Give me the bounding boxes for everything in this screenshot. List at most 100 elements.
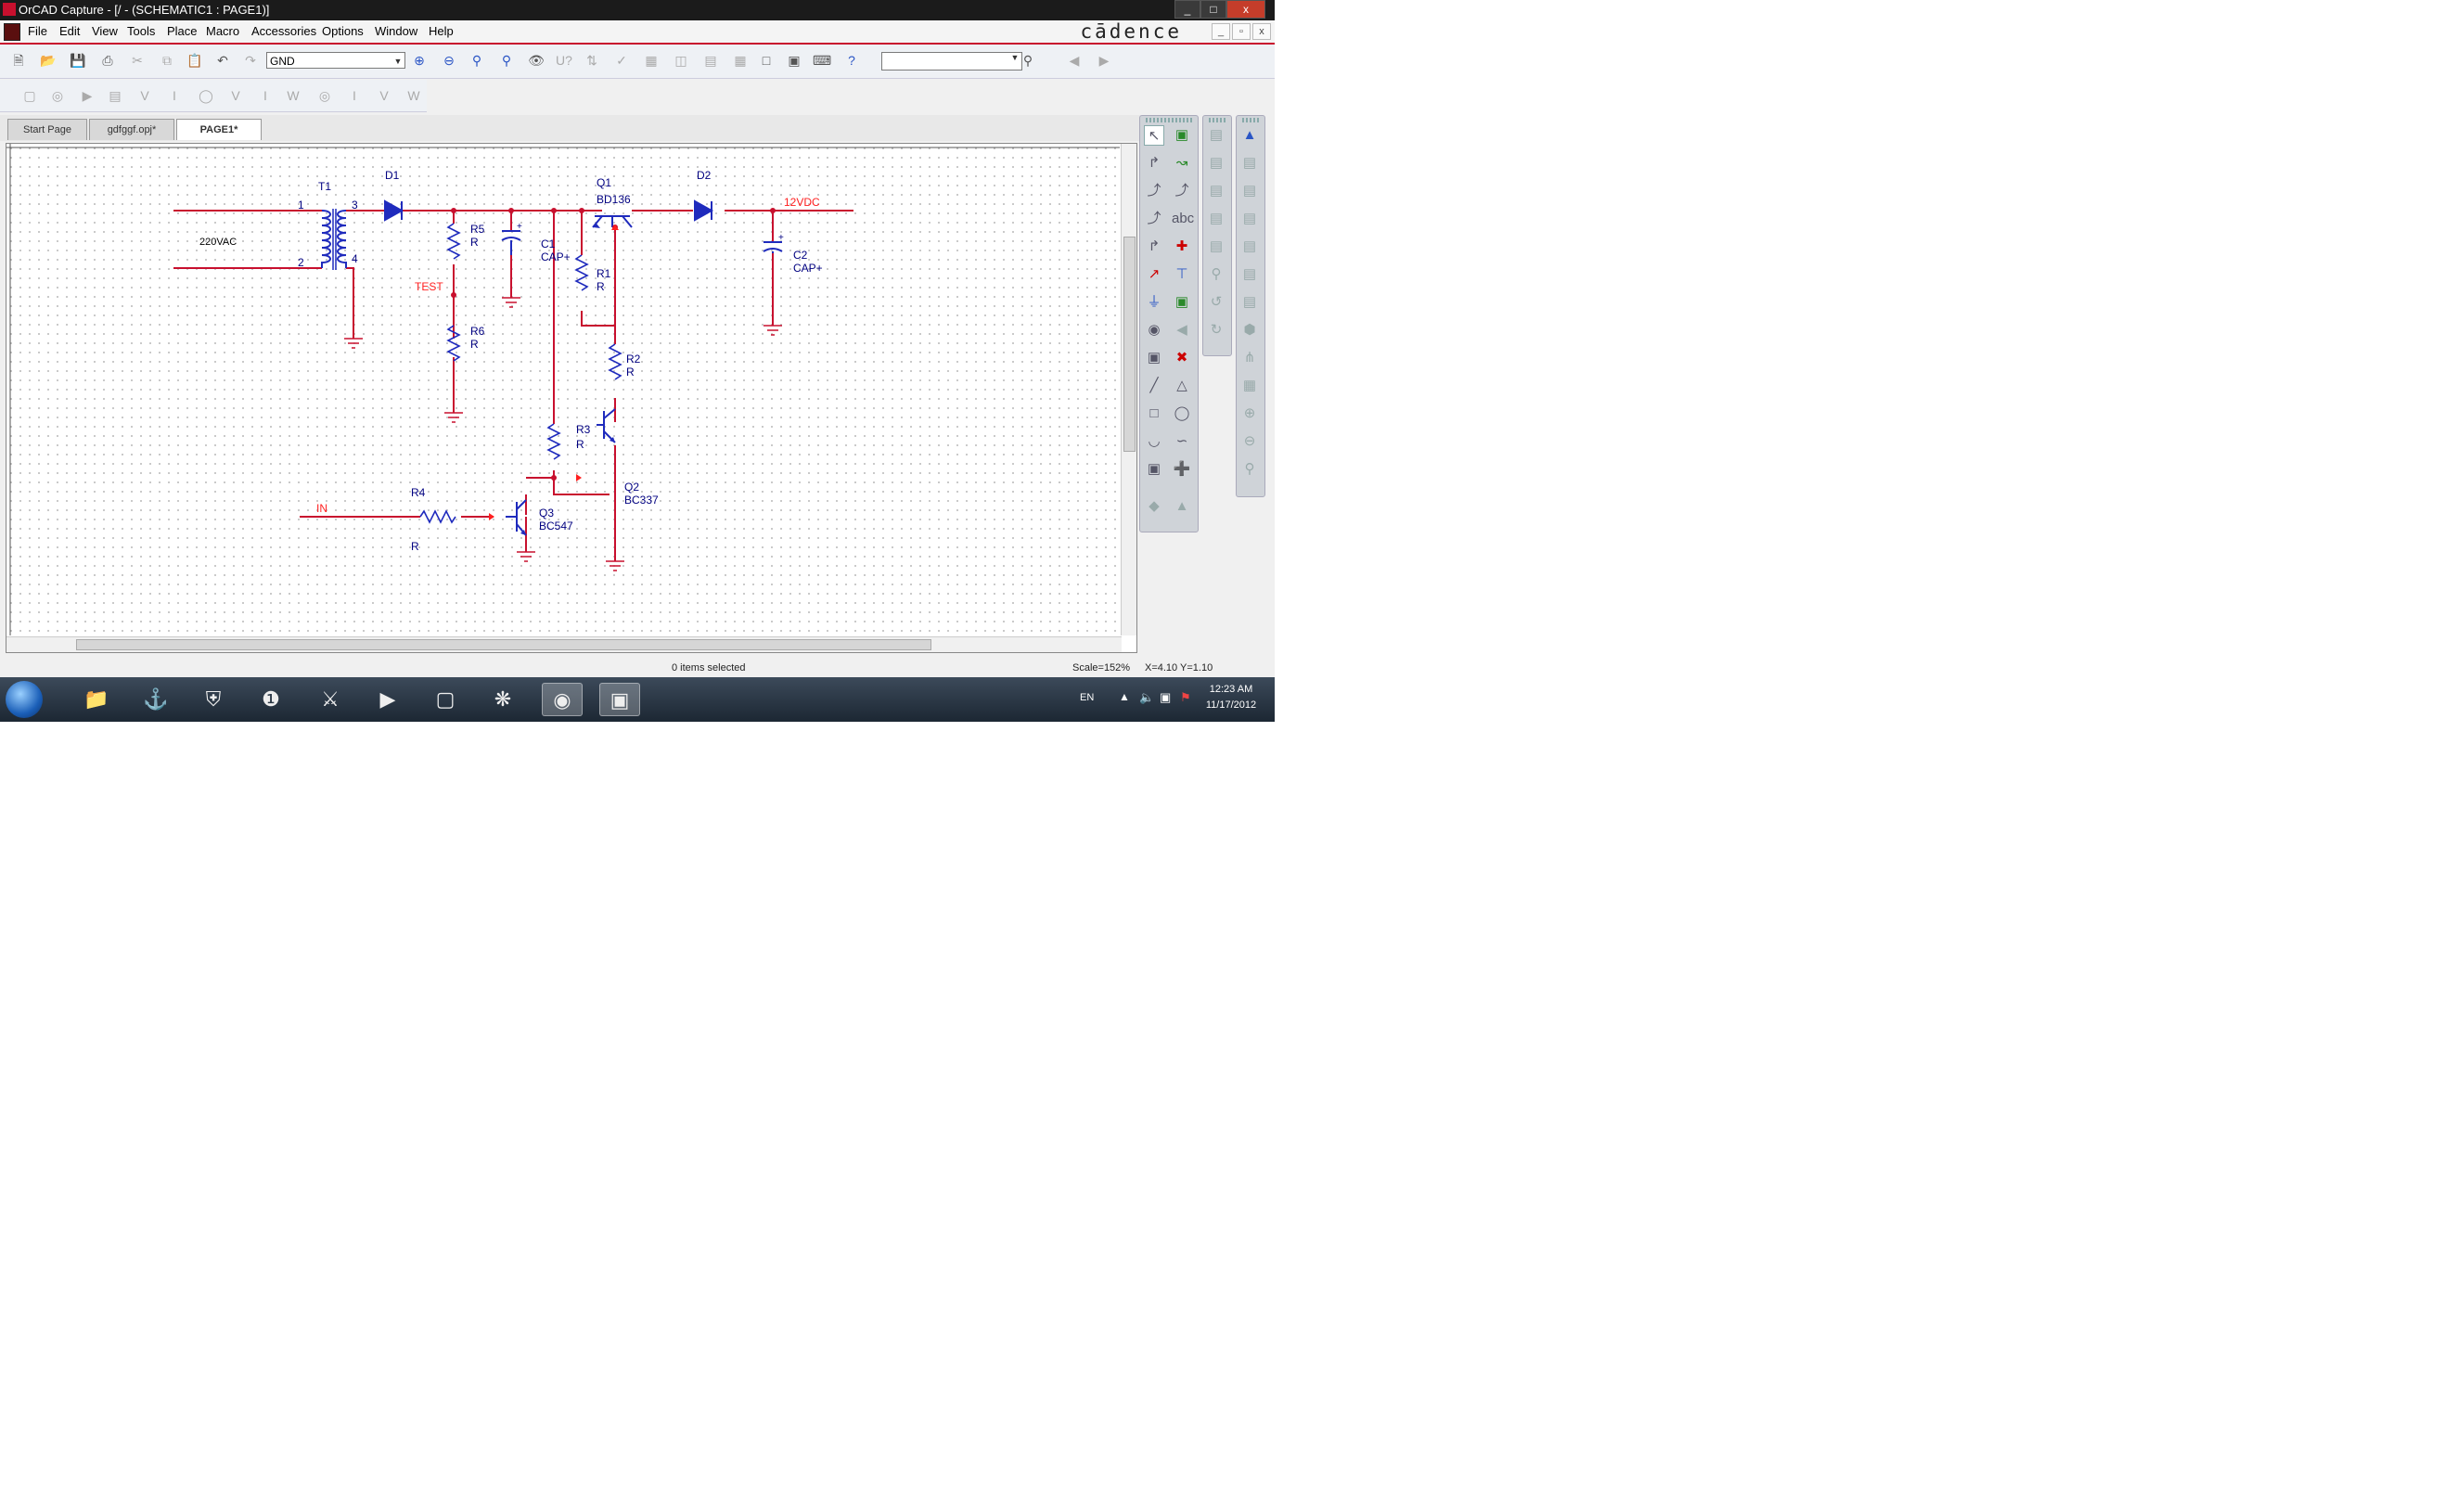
profile-icon[interactable]: ▤	[106, 86, 124, 105]
t1-refdes[interactable]: T1	[318, 180, 331, 193]
visibility-icon[interactable]: 👁	[527, 51, 545, 70]
explorer-icon[interactable]: 📁	[76, 683, 117, 716]
power-marker-icon[interactable]: ◯	[197, 86, 215, 105]
next-icon[interactable]: ▶	[1095, 51, 1113, 70]
tab-project[interactable]: gdfggf.opj*	[89, 119, 174, 140]
language-indicator[interactable]: EN	[1080, 692, 1094, 703]
net-label-12vdc[interactable]: 12VDC	[784, 196, 820, 209]
pcb-bom-icon[interactable]: ▤	[1206, 237, 1226, 257]
menu-window[interactable]: Window	[375, 24, 417, 38]
r5-refdes[interactable]: R5	[470, 223, 485, 236]
zoom-all-icon[interactable]: ⚲	[497, 51, 516, 70]
menu-tools[interactable]: Tools	[127, 24, 155, 38]
library-6-icon[interactable]: ▤	[1239, 292, 1260, 313]
zoom-in-icon[interactable]: ⊕	[410, 51, 429, 70]
auto-wire-multi-icon[interactable]: ⤴	[1172, 181, 1192, 201]
area-select-icon[interactable]: □	[757, 51, 776, 70]
bias-voltage-icon[interactable]: V	[226, 86, 245, 105]
q2-value[interactable]: BC337	[624, 494, 659, 507]
place-wire-icon[interactable]: ↱	[1144, 153, 1164, 173]
place-picture-icon[interactable]: ▣	[1144, 459, 1164, 480]
q2-refdes[interactable]: Q2	[624, 481, 639, 494]
zoom-area-icon[interactable]: ⚲	[468, 51, 486, 70]
palette-grip[interactable]	[1242, 118, 1259, 122]
zoom-out-small-icon[interactable]: ⊖	[1239, 431, 1260, 452]
r1-refdes[interactable]: R1	[597, 267, 611, 280]
undo-icon[interactable]: ↶	[213, 51, 232, 70]
zoom-out-icon[interactable]: ⊖	[440, 51, 458, 70]
chevron-down-icon[interactable]: ▼	[391, 53, 404, 68]
clock-date[interactable]: 11/17/2012	[1200, 699, 1262, 711]
save-icon[interactable]: 💾	[69, 51, 87, 70]
tab-page1[interactable]: PAGE1*	[176, 119, 262, 140]
r5-value[interactable]: R	[470, 236, 479, 249]
chrome-icon[interactable]: ◉	[542, 683, 583, 716]
c1-value[interactable]: CAP+	[541, 250, 571, 263]
place-arc-icon[interactable]: ◡	[1144, 431, 1164, 452]
place-part-icon[interactable]: ▣	[1172, 125, 1192, 146]
pcb-cross-probe-icon[interactable]: ⚲	[1206, 264, 1226, 285]
library-4-icon[interactable]: ▤	[1239, 237, 1260, 257]
menu-accessories[interactable]: Accessories	[251, 24, 316, 38]
mdi-minimize-button[interactable]: _	[1212, 23, 1230, 40]
c2-refdes[interactable]: C2	[793, 249, 808, 262]
view-tool-icon[interactable]: ▲	[1239, 125, 1260, 146]
window-icon[interactable]: ▢	[425, 683, 466, 716]
cross-ref-icon[interactable]: ◫	[672, 51, 690, 70]
place-polyline-icon[interactable]: △	[1172, 376, 1192, 396]
action-center-icon[interactable]: ⚑	[1180, 690, 1191, 705]
horizontal-scrollbar[interactable]	[6, 636, 1122, 652]
play-icon[interactable]: ▶	[78, 86, 96, 105]
q1-value[interactable]: BD136	[597, 193, 631, 206]
zoom-in-small-icon[interactable]: ⊕	[1239, 404, 1260, 424]
place-bus-icon[interactable]: ↱	[1144, 237, 1164, 257]
marker-voltage-icon[interactable]: V	[375, 86, 393, 105]
chevron-down-icon[interactable]: ▼	[1008, 53, 1021, 68]
pcb-editor-icon[interactable]: ▤	[1206, 125, 1226, 146]
place-ellipse-icon[interactable]: ◯	[1172, 404, 1192, 424]
orcad-app-icon[interactable]	[3, 3, 16, 16]
off-page-connector-icon[interactable]: ◉	[1144, 320, 1164, 340]
media-player-icon[interactable]: ▶	[367, 683, 408, 716]
place-power-icon[interactable]: ⊤	[1172, 264, 1192, 285]
annotate-icon[interactable]: U?	[555, 51, 573, 70]
part-selector[interactable]: GND ▼	[266, 52, 405, 69]
q3-value[interactable]: BC547	[539, 520, 573, 532]
r3-refdes[interactable]: R3	[576, 423, 591, 436]
pcb-netlist-icon[interactable]: ▤	[1206, 181, 1226, 201]
show-hidden-icons-icon[interactable]: ▲	[1119, 690, 1130, 703]
ac-source-label[interactable]: 220VAC	[199, 237, 237, 248]
c1-refdes[interactable]: C1	[541, 237, 556, 250]
game-1-icon[interactable]: ⚓	[135, 683, 176, 716]
d2-refdes[interactable]: D2	[697, 169, 712, 182]
place-bezier-icon[interactable]: ∽	[1172, 431, 1192, 452]
bias-current-icon[interactable]: I	[256, 86, 275, 105]
voltage-marker-icon[interactable]: V	[135, 86, 154, 105]
ibis-model-icon[interactable]: ◆	[1144, 496, 1164, 517]
menu-macro[interactable]: Macro	[206, 24, 239, 38]
q3-refdes[interactable]: Q3	[539, 507, 554, 520]
pcb-library-icon[interactable]: ▤	[1206, 153, 1226, 173]
print-icon[interactable]: ⎙	[98, 51, 117, 70]
bus-entry-icon[interactable]: ↗	[1144, 264, 1164, 285]
drc-icon[interactable]: ✓	[612, 51, 631, 70]
hexagon-icon[interactable]: ⬢	[1239, 320, 1260, 340]
place-net-group-icon[interactable]: ↝	[1172, 153, 1192, 173]
flip-icon[interactable]: ▲	[1172, 496, 1192, 517]
game-3-icon[interactable]: ⚔	[310, 683, 351, 716]
place-hier-block-icon[interactable]: ▣	[1172, 292, 1192, 313]
net-label-test[interactable]: TEST	[415, 280, 443, 293]
minimize-button[interactable]: _	[1174, 0, 1200, 19]
current-marker-icon[interactable]: I	[165, 86, 184, 105]
clock-time[interactable]: 12:23 AM	[1200, 684, 1262, 695]
new-icon[interactable]: 🗎	[9, 51, 28, 70]
net-label-in[interactable]: IN	[316, 502, 327, 515]
q1-refdes[interactable]: Q1	[597, 176, 611, 189]
no-connect-icon[interactable]: ✖	[1172, 348, 1192, 368]
bom-icon[interactable]: ▤	[701, 51, 720, 70]
game-2-icon[interactable]: ❶	[250, 683, 291, 716]
vertical-scroll-thumb[interactable]	[1123, 237, 1136, 452]
r1-value[interactable]: R	[597, 280, 605, 293]
d1-refdes[interactable]: D1	[385, 169, 400, 182]
menu-options[interactable]: Options	[322, 24, 364, 38]
